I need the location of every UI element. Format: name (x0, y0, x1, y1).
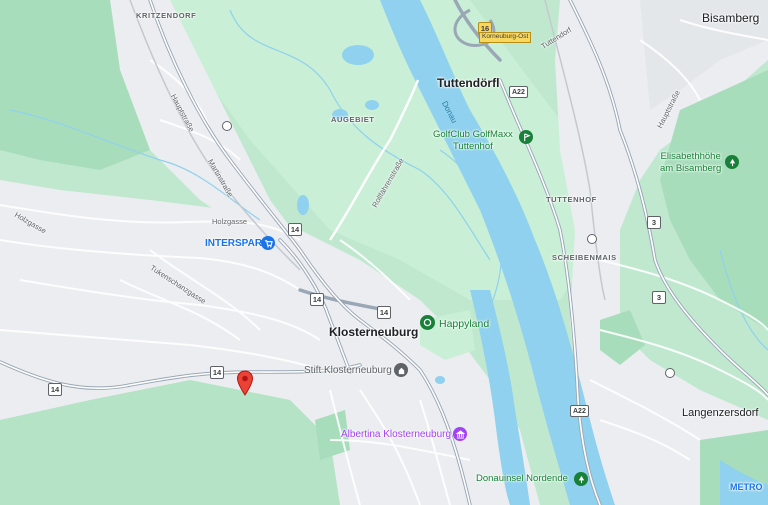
golf-icon[interactable] (519, 130, 533, 144)
label-tuttenhof: TUTTENHOF (546, 195, 597, 204)
road-shield-14-a: 14 (288, 223, 302, 236)
road-shield-3-a: 3 (647, 216, 661, 229)
label-augebiet: AUGEBIET (331, 115, 375, 124)
label-interspar: INTERSPAR (205, 238, 263, 249)
label-langenzersdorf: Langenzersdorf (682, 407, 759, 419)
location-pin-icon[interactable] (236, 370, 254, 396)
label-golfclub: GolfClub GolfMaxx Tuttenhof (433, 129, 513, 152)
nature-icon[interactable] (725, 155, 739, 169)
label-stift: Stift Klosterneuburg (304, 365, 392, 376)
label-korneuburg-ost: Korneuburg-Ost (479, 32, 532, 43)
label-klosterneuburg: Klosterneuburg (329, 325, 419, 339)
label-happyland: Happyland (439, 318, 490, 330)
nature-icon-donauinsel[interactable] (574, 472, 588, 486)
museum-icon[interactable] (453, 427, 467, 441)
label-tuttendorfl: Tuttendörfl (437, 76, 500, 90)
shopping-cart-icon[interactable] (261, 236, 275, 250)
label-metro: METRO (730, 482, 763, 492)
road-shield-3-b: 3 (652, 291, 666, 304)
train-station-icon-langenzersdorf[interactable] (665, 368, 675, 378)
label-kritzendorf: KRITZENDORF (136, 11, 197, 20)
road-shield-14-e: 14 (48, 383, 62, 396)
road-shield-14-b: 14 (310, 293, 324, 306)
label-donauinsel: Donauinsel Nordende (476, 473, 568, 484)
highway-shield-a22-south: A22 (570, 405, 589, 417)
label-albertina: Albertina Klosterneuburg (341, 429, 452, 440)
label-holzgasse: Holzgasse (212, 217, 248, 226)
road-shield-14-d: 14 (210, 366, 224, 379)
map-canvas[interactable]: KRITZENDORF Bisamberg Tuttendörfl AUGEBI… (0, 0, 768, 505)
label-bisamberg: Bisamberg (702, 11, 760, 25)
highway-shield-a22-north: A22 (509, 86, 528, 98)
train-station-icon-scheibenmais[interactable] (587, 234, 597, 244)
label-scheibenmais: SCHEIBENMAIS (552, 253, 617, 262)
park-icon[interactable] (420, 315, 435, 330)
label-elisabethhohe: Elisabethhöhe am Bisamberg (660, 151, 722, 174)
road-shield-14-c: 14 (377, 306, 391, 319)
church-icon[interactable] (394, 363, 408, 377)
train-station-icon[interactable] (222, 121, 232, 131)
